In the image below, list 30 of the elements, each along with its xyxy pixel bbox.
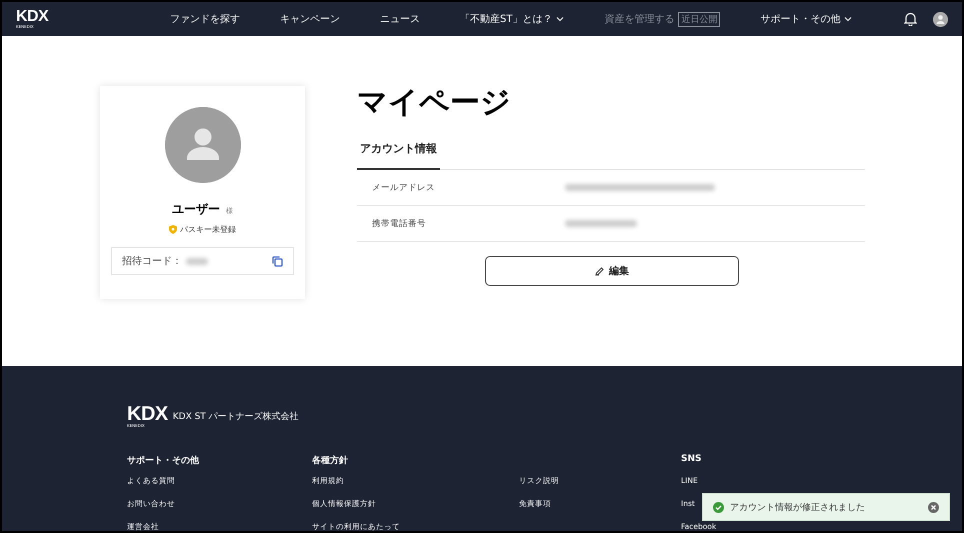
chevron-down-icon — [556, 16, 564, 22]
tab[interactable]: アカウント情報 — [357, 137, 440, 170]
check-circle-icon — [713, 502, 724, 512]
user-name: ユーザー — [172, 201, 220, 218]
shield-icon — [169, 225, 177, 234]
toast-message: アカウント情報が修正されました — [730, 502, 866, 514]
pencil-icon — [595, 266, 604, 276]
edit-button[interactable]: 編集 — [485, 256, 739, 286]
nav-link[interactable]: キャンペーン — [280, 12, 340, 26]
nav-link[interactable]: ファンドを探す — [170, 12, 240, 26]
nav-link[interactable]: サポート・その他 — [760, 12, 852, 26]
nav-link[interactable]: ニュース — [380, 12, 420, 26]
invite-code-label: 招待コード： — [122, 254, 182, 268]
column-heading: 各種方針 — [312, 454, 349, 466]
page-title: マイページ — [357, 86, 512, 119]
coming-soon-badge: 近日公開 — [678, 12, 720, 26]
company-name: KDX ST パートナーズ株式会社 — [172, 410, 299, 422]
user-avatar-icon[interactable] — [933, 12, 948, 26]
bell-icon[interactable] — [904, 12, 917, 26]
passkey-status: パスキー未登録 — [180, 224, 236, 235]
field-label: メールアドレス — [372, 182, 436, 194]
column-heading: SNS — [681, 454, 702, 466]
copy-icon[interactable] — [272, 256, 283, 266]
redacted-value — [565, 220, 637, 227]
redacted-value — [186, 258, 208, 264]
nav-link[interactable]: 「不動産ST」とは？ — [460, 12, 564, 26]
chevron-down-icon — [844, 16, 852, 22]
close-icon[interactable] — [928, 502, 939, 512]
field-label: 携帯電話番号 — [372, 218, 427, 230]
column-heading: サポート・その他 — [127, 454, 200, 466]
